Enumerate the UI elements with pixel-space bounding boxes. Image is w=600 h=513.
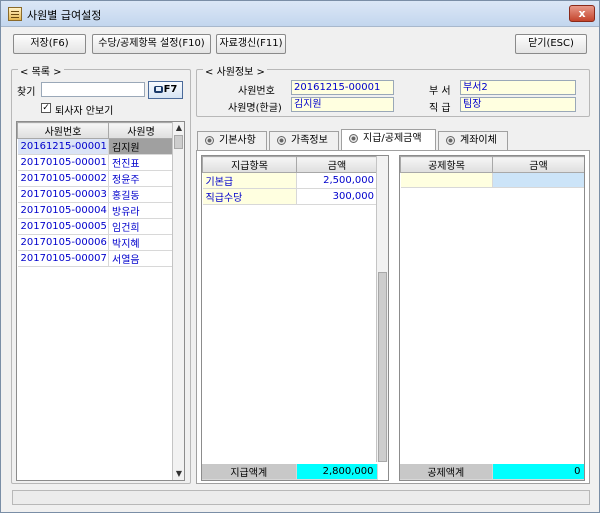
emp-no-field[interactable]: 20161215-00001	[291, 80, 394, 95]
row-emp-no[interactable]: 20170105-00005	[17, 218, 109, 235]
pay-total-row: 지급액계 2,800,000	[202, 464, 378, 480]
row-emp-no[interactable]: 20161215-00001	[17, 138, 109, 155]
row-emp-name[interactable]: 임건희	[108, 218, 174, 235]
pay-total-label: 지급액계	[202, 464, 297, 480]
search-input[interactable]	[41, 82, 145, 97]
emp-name-field[interactable]: 김지원	[291, 97, 394, 112]
deduct-amount-cell[interactable]	[492, 172, 584, 188]
tab-basic-info[interactable]: 기본사항	[197, 131, 267, 150]
deduct-item-cell[interactable]	[400, 172, 493, 188]
table-row[interactable]: 20170105-00007 서열음	[17, 250, 174, 267]
column-header-deduct-amount[interactable]: 금액	[492, 156, 584, 173]
row-emp-name[interactable]: 홍길동	[108, 186, 174, 203]
employee-info-label: < 사원정보 >	[203, 63, 267, 78]
radio-icon	[349, 134, 358, 143]
pay-items-grid[interactable]: 지급항목 금액 기본급 2,500,000 직급수당 300,000 지급액계 …	[201, 155, 389, 481]
table-row[interactable]	[400, 172, 584, 188]
row-emp-name[interactable]: 전진표	[108, 154, 174, 171]
rank-label: 직 급	[429, 103, 451, 114]
pay-amount-cell[interactable]: 300,000	[296, 188, 378, 205]
tab-family-info[interactable]: 가족정보	[269, 131, 339, 150]
table-row[interactable]: 20170105-00003 홍길동	[17, 186, 174, 203]
deduction-items-grid[interactable]: 공제항목 금액 공제액계 0	[399, 155, 585, 481]
table-row[interactable]: 20170105-00005 임건희	[17, 218, 174, 235]
pay-item-cell[interactable]: 직급수당	[202, 188, 297, 205]
emp-name-label: 사원명(한글)	[228, 103, 282, 114]
row-emp-name[interactable]: 김지원	[108, 138, 174, 155]
radio-icon	[205, 136, 214, 145]
status-bar	[12, 490, 590, 505]
deduct-total-row: 공제액계 0	[400, 464, 584, 480]
tab-content-panel: 지급항목 금액 기본급 2,500,000 직급수당 300,000 지급액계 …	[196, 150, 590, 484]
pay-item-cell[interactable]: 기본급	[202, 172, 297, 189]
scroll-thumb[interactable]	[174, 135, 183, 149]
table-row[interactable]: 20170105-00006 박지혜	[17, 234, 174, 251]
refresh-data-button[interactable]: 자료갱신(F11)	[216, 34, 286, 54]
list-group-label: < 목록 >	[18, 63, 64, 78]
row-emp-no[interactable]: 20170105-00004	[17, 202, 109, 219]
column-header-emp-name[interactable]: 사원명	[108, 122, 174, 139]
emp-no-label: 사원번호	[238, 86, 275, 97]
row-emp-name[interactable]: 서열음	[108, 250, 174, 267]
show-retired-checkbox[interactable]: ✓	[41, 103, 51, 113]
row-emp-no[interactable]: 20170105-00006	[17, 234, 109, 251]
salary-settings-window: 사원별 급여설정 x 저장(F6) 수당/공제항목 설정(F10) 자료갱신(F…	[0, 0, 600, 513]
row-emp-no[interactable]: 20170105-00001	[17, 154, 109, 171]
search-label: 찾기	[17, 87, 36, 98]
tab-pay-deduction[interactable]: 지급/공제금액	[341, 129, 436, 150]
rank-field[interactable]: 팀장	[460, 97, 576, 112]
title-bar[interactable]: 사원별 급여설정 x	[1, 1, 599, 27]
table-row[interactable]: 20170105-00002 정윤주	[17, 170, 174, 187]
column-header-pay-item[interactable]: 지급항목	[202, 156, 297, 173]
table-row[interactable]: 20170105-00001 전진표	[17, 154, 174, 171]
close-button[interactable]: 닫기(ESC)	[515, 34, 587, 54]
table-row[interactable]: 직급수당 300,000	[202, 188, 378, 205]
radio-icon	[446, 136, 455, 145]
scroll-down-icon[interactable]: ▼	[173, 468, 184, 480]
table-row[interactable]: 20161215-00001 김지원	[17, 138, 174, 155]
row-emp-name[interactable]: 정윤주	[108, 170, 174, 187]
row-emp-name[interactable]: 박지혜	[108, 234, 174, 251]
list-scrollbar[interactable]: ▲ ▼	[172, 122, 184, 480]
window-close-button[interactable]: x	[569, 5, 595, 22]
show-retired-label: 퇴사자 안보기	[55, 106, 114, 117]
dept-label: 부 서	[429, 86, 451, 97]
dept-field[interactable]: 부서2	[460, 80, 576, 95]
row-emp-no[interactable]: 20170105-00007	[17, 250, 109, 267]
column-header-deduct-item[interactable]: 공제항목	[400, 156, 493, 173]
tab-bank-transfer[interactable]: 계좌이체	[438, 131, 508, 150]
binoculars-icon	[153, 85, 163, 93]
pay-amount-cell[interactable]: 2,500,000	[296, 172, 378, 189]
table-row[interactable]: 20170105-00004 방유라	[17, 202, 174, 219]
save-button[interactable]: 저장(F6)	[13, 34, 86, 54]
app-form-icon	[8, 7, 22, 21]
table-row[interactable]: 기본급 2,500,000	[202, 172, 378, 189]
employee-list-grid[interactable]: 사원번호 사원명 20161215-00001 김지원 20170105-000…	[16, 121, 185, 481]
allowance-setup-button[interactable]: 수당/공제항목 설정(F10)	[92, 34, 211, 54]
row-emp-no[interactable]: 20170105-00003	[17, 186, 109, 203]
radio-icon	[277, 136, 286, 145]
deduct-total-value: 0	[492, 464, 584, 480]
search-f7-button[interactable]: F7	[148, 81, 183, 99]
column-header-emp-no[interactable]: 사원번호	[17, 122, 109, 139]
pay-total-value: 2,800,000	[296, 464, 378, 480]
column-header-pay-amount[interactable]: 금액	[296, 156, 378, 173]
deduct-total-label: 공제액계	[400, 464, 493, 480]
scroll-up-icon[interactable]: ▲	[173, 122, 184, 134]
row-emp-name[interactable]: 방유라	[108, 202, 174, 219]
scroll-thumb[interactable]	[378, 272, 387, 462]
row-emp-no[interactable]: 20170105-00002	[17, 170, 109, 187]
window-title: 사원별 급여설정	[27, 9, 102, 22]
pay-grid-scrollbar[interactable]	[376, 156, 388, 462]
